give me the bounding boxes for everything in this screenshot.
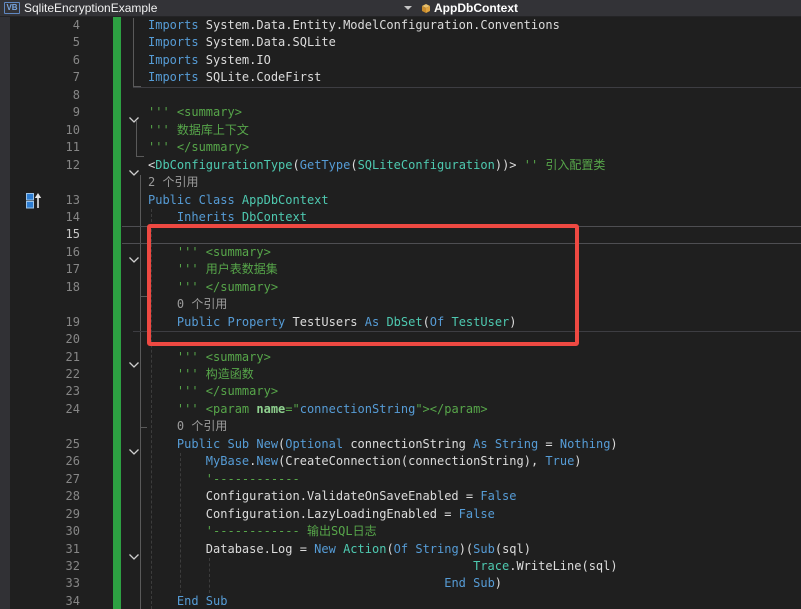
line-number: 31 <box>65 541 80 556</box>
code-text: ''' </summary> <box>148 140 250 155</box>
code-text: Imports System.Data.SQLite <box>148 35 336 50</box>
code-text: ''' <summary> <box>148 349 271 364</box>
codelens-row[interactable]: 2 个引用 <box>0 174 801 191</box>
member-dropdown[interactable]: AppDbContext <box>434 1 518 16</box>
collapse-chevron-icon[interactable] <box>128 546 140 560</box>
annotation-highlight-box <box>147 224 579 346</box>
code-line[interactable]: 12 <DbConfigurationType(GetType(SQLiteCon… <box>0 157 801 176</box>
code-text: Public Class AppDbContext <box>148 192 329 207</box>
line-number: 11 <box>65 140 80 155</box>
line-number: 20 <box>65 332 80 347</box>
line-number: 6 <box>72 52 80 67</box>
code-text: '------------ 输出SQL日志 <box>148 524 377 539</box>
code-text: '------------ <box>148 471 300 486</box>
code-line[interactable]: 25 Public Sub New(Optional connectionStr… <box>0 436 801 455</box>
line-number: 26 <box>65 454 80 469</box>
code-line[interactable]: 13 Public Class AppDbContext <box>0 192 801 209</box>
line-number: 24 <box>65 401 80 416</box>
line-number: 7 <box>72 70 80 85</box>
dropdown-caret-icon[interactable] <box>404 6 412 10</box>
code-line[interactable]: 29 Configuration.LazyLoadingEnabled = Fa… <box>0 506 801 523</box>
line-number: 22 <box>65 367 80 381</box>
codelens-references[interactable]: 2 个引用 <box>148 174 198 191</box>
line-number: 8 <box>72 87 80 102</box>
code-text: Configuration.LazyLoadingEnabled = False <box>148 506 495 521</box>
code-line[interactable]: 23 ''' </summary> <box>0 383 801 400</box>
line-number: 28 <box>65 489 80 504</box>
codelens-row[interactable]: 0 个引用 <box>0 418 801 435</box>
code-text: Public Sub New(Optional connectionString… <box>148 436 618 451</box>
code-line[interactable]: 32 Trace.WriteLine(sql) <box>0 558 801 575</box>
navigation-bar: VB SqliteEncryptionExample AppDbContext <box>0 0 801 17</box>
line-number: 15 <box>65 227 80 242</box>
code-text: Trace.WriteLine(sql) <box>473 558 618 573</box>
code-line[interactable]: 8 <box>0 87 801 104</box>
code-line[interactable]: 28 Configuration.ValidateOnSaveEnabled =… <box>0 488 801 505</box>
line-number: 4 <box>72 18 80 32</box>
line-number: 27 <box>65 471 80 486</box>
line-number: 21 <box>65 349 80 364</box>
code-line[interactable]: 22 ''' 构造函数 <box>0 366 801 383</box>
collapse-chevron-icon[interactable] <box>128 162 140 176</box>
line-number: 34 <box>65 593 80 608</box>
code-line[interactable]: 33 End Sub) <box>0 575 801 592</box>
line-number: 33 <box>65 576 80 591</box>
line-number: 32 <box>65 558 80 573</box>
code-text: End Sub <box>148 593 228 608</box>
code-text: ''' 数据库上下文 <box>148 122 249 137</box>
code-line[interactable]: 26 MyBase.New(CreateConnection(connectio… <box>0 453 801 470</box>
code-text: Imports System.Data.Entity.ModelConfigur… <box>148 18 560 32</box>
code-line[interactable]: 11 ''' </summary> <box>0 139 801 156</box>
line-number: 12 <box>65 157 80 172</box>
code-line[interactable]: 27 '------------ <box>0 471 801 488</box>
code-line[interactable]: 21 ''' <summary> <box>0 349 801 368</box>
code-line[interactable]: 31 Database.Log = New Action(Of String)(… <box>0 541 801 560</box>
code-text: <DbConfigurationType(GetType(SQLiteConfi… <box>148 157 606 172</box>
code-text: Imports System.IO <box>148 52 271 67</box>
line-number: 10 <box>65 122 80 137</box>
line-number: 18 <box>65 279 80 294</box>
line-number: 29 <box>65 506 80 521</box>
collapse-chevron-icon[interactable] <box>128 354 140 368</box>
line-number: 25 <box>65 436 80 451</box>
project-dropdown[interactable]: SqliteEncryptionExample <box>24 1 157 16</box>
line-number: 19 <box>65 314 80 329</box>
code-text: ''' <param name="connectionString"></par… <box>148 401 488 416</box>
code-line[interactable]: 5 Imports System.Data.SQLite <box>0 34 801 51</box>
line-number: 5 <box>72 35 80 50</box>
line-number: 9 <box>72 105 80 120</box>
code-line[interactable]: 6 Imports System.IO <box>0 52 801 69</box>
code-line[interactable]: 30 '------------ 输出SQL日志 <box>0 523 801 540</box>
vb-project-icon: VB <box>4 2 20 14</box>
code-text: End Sub) <box>444 576 503 591</box>
code-text: Configuration.ValidateOnSaveEnabled = Fa… <box>148 489 517 504</box>
collapse-chevron-icon[interactable] <box>128 249 140 263</box>
code-line[interactable]: 9 ''' <summary> <box>0 104 801 124</box>
line-number: 14 <box>65 209 80 224</box>
code-text: ''' 构造函数 <box>148 367 254 381</box>
code-text: Imports SQLite.CodeFirst <box>148 70 322 85</box>
code-line[interactable]: 34 End Sub <box>0 593 801 609</box>
code-text: Database.Log = New Action(Of String)(Sub… <box>148 541 531 556</box>
line-number: 17 <box>65 262 80 277</box>
code-line[interactable]: 7 Imports SQLite.CodeFirst <box>0 69 801 86</box>
code-editor[interactable]: 4 Imports System.Data.Entity.ModelConfigu… <box>0 17 801 609</box>
codelens-references[interactable]: 0 个引用 <box>177 418 227 435</box>
line-number: 23 <box>65 384 80 399</box>
code-text: ''' <summary> <box>148 105 242 120</box>
line-number: 16 <box>65 244 80 259</box>
code-line[interactable]: 4 Imports System.Data.Entity.ModelConfigu… <box>0 17 801 34</box>
code-text: ''' </summary> <box>148 384 279 399</box>
code-line[interactable]: 24 ''' <param name="connectionString"></… <box>0 401 801 418</box>
code-text: MyBase.New(CreateConnection(connectionSt… <box>148 454 582 469</box>
collapse-chevron-icon[interactable] <box>128 109 140 124</box>
code-line[interactable]: 10 ''' 数据库上下文 <box>0 122 801 139</box>
line-number: 30 <box>65 524 80 539</box>
collapse-chevron-icon[interactable] <box>128 441 140 455</box>
